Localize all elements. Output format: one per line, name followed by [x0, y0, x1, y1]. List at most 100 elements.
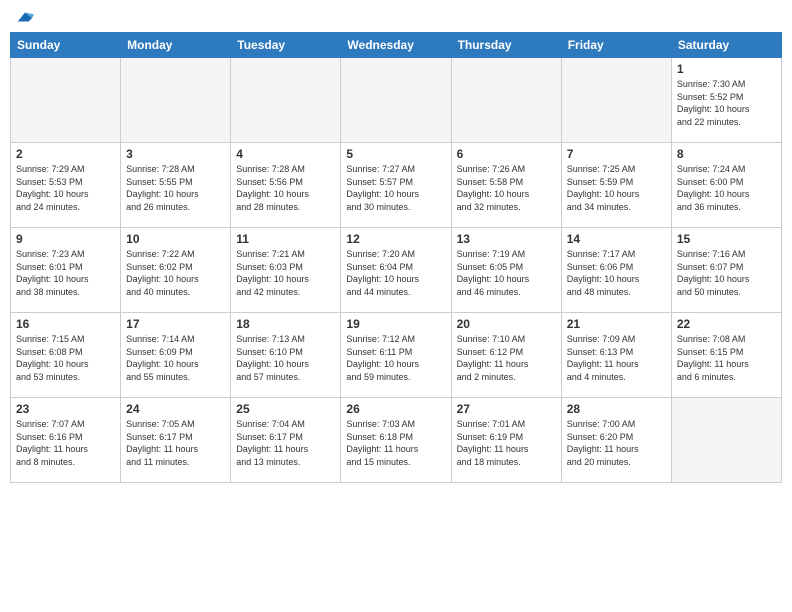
- day-info: Sunrise: 7:16 AM Sunset: 6:07 PM Dayligh…: [677, 248, 776, 298]
- day-number: 4: [236, 147, 335, 161]
- calendar-cell: 10 Sunrise: 7:22 AM Sunset: 6:02 PM Dayli…: [121, 228, 231, 313]
- day-info: Sunrise: 7:00 AM Sunset: 6:20 PM Dayligh…: [567, 418, 666, 468]
- day-number: 7: [567, 147, 666, 161]
- calendar-cell: 23 Sunrise: 7:07 AM Sunset: 6:16 PM Dayli…: [11, 398, 121, 483]
- day-info: Sunrise: 7:26 AM Sunset: 5:58 PM Dayligh…: [457, 163, 556, 213]
- logo-icon: [16, 10, 34, 24]
- calendar-cell: 1 Sunrise: 7:30 AM Sunset: 5:52 PM Daylig…: [671, 58, 781, 143]
- day-info: Sunrise: 7:29 AM Sunset: 5:53 PM Dayligh…: [16, 163, 115, 213]
- day-info: Sunrise: 7:30 AM Sunset: 5:52 PM Dayligh…: [677, 78, 776, 128]
- calendar-cell: 18 Sunrise: 7:13 AM Sunset: 6:10 PM Dayli…: [231, 313, 341, 398]
- calendar-cell: [341, 58, 451, 143]
- day-number: 19: [346, 317, 445, 331]
- day-number: 28: [567, 402, 666, 416]
- column-header-saturday: Saturday: [671, 33, 781, 58]
- day-info: Sunrise: 7:23 AM Sunset: 6:01 PM Dayligh…: [16, 248, 115, 298]
- calendar-cell: 3 Sunrise: 7:28 AM Sunset: 5:55 PM Daylig…: [121, 143, 231, 228]
- day-number: 11: [236, 232, 335, 246]
- day-number: 16: [16, 317, 115, 331]
- week-row-4: 16 Sunrise: 7:15 AM Sunset: 6:08 PM Dayli…: [11, 313, 782, 398]
- calendar-cell: 11 Sunrise: 7:21 AM Sunset: 6:03 PM Dayli…: [231, 228, 341, 313]
- calendar-header-row: SundayMondayTuesdayWednesdayThursdayFrid…: [11, 33, 782, 58]
- calendar-cell: [451, 58, 561, 143]
- day-number: 27: [457, 402, 556, 416]
- day-info: Sunrise: 7:07 AM Sunset: 6:16 PM Dayligh…: [16, 418, 115, 468]
- column-header-tuesday: Tuesday: [231, 33, 341, 58]
- day-number: 23: [16, 402, 115, 416]
- day-info: Sunrise: 7:20 AM Sunset: 6:04 PM Dayligh…: [346, 248, 445, 298]
- calendar-cell: 13Sunrise: 7:19 AM Sunset: 6:05 PM Dayli…: [451, 228, 561, 313]
- calendar-cell: 20 Sunrise: 7:10 AM Sunset: 6:12 PM Dayli…: [451, 313, 561, 398]
- day-number: 25: [236, 402, 335, 416]
- calendar-cell: 4 Sunrise: 7:28 AM Sunset: 5:56 PM Daylig…: [231, 143, 341, 228]
- day-info: Sunrise: 7:24 AM Sunset: 6:00 PM Dayligh…: [677, 163, 776, 213]
- calendar-cell: 9 Sunrise: 7:23 AM Sunset: 6:01 PM Daylig…: [11, 228, 121, 313]
- week-row-3: 9 Sunrise: 7:23 AM Sunset: 6:01 PM Daylig…: [11, 228, 782, 313]
- day-number: 20: [457, 317, 556, 331]
- day-info: Sunrise: 7:27 AM Sunset: 5:57 PM Dayligh…: [346, 163, 445, 213]
- calendar-cell: 16 Sunrise: 7:15 AM Sunset: 6:08 PM Dayli…: [11, 313, 121, 398]
- column-header-sunday: Sunday: [11, 33, 121, 58]
- calendar-cell: 27Sunrise: 7:01 AM Sunset: 6:19 PM Dayli…: [451, 398, 561, 483]
- day-number: 5: [346, 147, 445, 161]
- day-info: Sunrise: 7:04 AM Sunset: 6:17 PM Dayligh…: [236, 418, 335, 468]
- calendar-table: SundayMondayTuesdayWednesdayThursdayFrid…: [10, 32, 782, 483]
- day-number: 21: [567, 317, 666, 331]
- day-number: 26: [346, 402, 445, 416]
- day-info: Sunrise: 7:10 AM Sunset: 6:12 PM Dayligh…: [457, 333, 556, 383]
- calendar-cell: 22 Sunrise: 7:08 AM Sunset: 6:15 PM Dayli…: [671, 313, 781, 398]
- day-info: Sunrise: 7:21 AM Sunset: 6:03 PM Dayligh…: [236, 248, 335, 298]
- day-number: 15: [677, 232, 776, 246]
- column-header-thursday: Thursday: [451, 33, 561, 58]
- calendar-cell: [121, 58, 231, 143]
- calendar-cell: 8 Sunrise: 7:24 AM Sunset: 6:00 PM Daylig…: [671, 143, 781, 228]
- day-info: Sunrise: 7:28 AM Sunset: 5:55 PM Dayligh…: [126, 163, 225, 213]
- logo: [14, 10, 34, 24]
- day-info: Sunrise: 7:09 AM Sunset: 6:13 PM Dayligh…: [567, 333, 666, 383]
- day-info: Sunrise: 7:25 AM Sunset: 5:59 PM Dayligh…: [567, 163, 666, 213]
- day-number: 8: [677, 147, 776, 161]
- day-number: 12: [346, 232, 445, 246]
- calendar-cell: 26 Sunrise: 7:03 AM Sunset: 6:18 PM Dayli…: [341, 398, 451, 483]
- day-info: Sunrise: 7:19 AM Sunset: 6:05 PM Dayligh…: [457, 248, 556, 298]
- day-number: 10: [126, 232, 225, 246]
- day-info: Sunrise: 7:12 AM Sunset: 6:11 PM Dayligh…: [346, 333, 445, 383]
- day-number: 17: [126, 317, 225, 331]
- day-number: 14: [567, 232, 666, 246]
- calendar-cell: [671, 398, 781, 483]
- day-info: Sunrise: 7:28 AM Sunset: 5:56 PM Dayligh…: [236, 163, 335, 213]
- calendar-cell: 14 Sunrise: 7:17 AM Sunset: 6:06 PM Dayli…: [561, 228, 671, 313]
- calendar-cell: [231, 58, 341, 143]
- day-info: Sunrise: 7:03 AM Sunset: 6:18 PM Dayligh…: [346, 418, 445, 468]
- calendar-cell: 24 Sunrise: 7:05 AM Sunset: 6:17 PM Dayli…: [121, 398, 231, 483]
- week-row-5: 23 Sunrise: 7:07 AM Sunset: 6:16 PM Dayli…: [11, 398, 782, 483]
- calendar-cell: [11, 58, 121, 143]
- calendar-cell: 6Sunrise: 7:26 AM Sunset: 5:58 PM Daylig…: [451, 143, 561, 228]
- day-number: 9: [16, 232, 115, 246]
- calendar-cell: 2Sunrise: 7:29 AM Sunset: 5:53 PM Daylig…: [11, 143, 121, 228]
- day-number: 3: [126, 147, 225, 161]
- day-info: Sunrise: 7:05 AM Sunset: 6:17 PM Dayligh…: [126, 418, 225, 468]
- calendar-cell: 5 Sunrise: 7:27 AM Sunset: 5:57 PM Daylig…: [341, 143, 451, 228]
- day-info: Sunrise: 7:14 AM Sunset: 6:09 PM Dayligh…: [126, 333, 225, 383]
- week-row-1: 1 Sunrise: 7:30 AM Sunset: 5:52 PM Daylig…: [11, 58, 782, 143]
- calendar-cell: [561, 58, 671, 143]
- week-row-2: 2Sunrise: 7:29 AM Sunset: 5:53 PM Daylig…: [11, 143, 782, 228]
- calendar-cell: 19 Sunrise: 7:12 AM Sunset: 6:11 PM Dayli…: [341, 313, 451, 398]
- day-number: 24: [126, 402, 225, 416]
- day-number: 1: [677, 62, 776, 76]
- calendar-cell: 12 Sunrise: 7:20 AM Sunset: 6:04 PM Dayli…: [341, 228, 451, 313]
- day-number: 18: [236, 317, 335, 331]
- day-number: 22: [677, 317, 776, 331]
- calendar-cell: 15 Sunrise: 7:16 AM Sunset: 6:07 PM Dayli…: [671, 228, 781, 313]
- page-header: [10, 10, 782, 24]
- day-info: Sunrise: 7:08 AM Sunset: 6:15 PM Dayligh…: [677, 333, 776, 383]
- day-info: Sunrise: 7:15 AM Sunset: 6:08 PM Dayligh…: [16, 333, 115, 383]
- day-info: Sunrise: 7:17 AM Sunset: 6:06 PM Dayligh…: [567, 248, 666, 298]
- column-header-monday: Monday: [121, 33, 231, 58]
- day-info: Sunrise: 7:22 AM Sunset: 6:02 PM Dayligh…: [126, 248, 225, 298]
- column-header-wednesday: Wednesday: [341, 33, 451, 58]
- calendar-cell: 17 Sunrise: 7:14 AM Sunset: 6:09 PM Dayli…: [121, 313, 231, 398]
- calendar-cell: 21 Sunrise: 7:09 AM Sunset: 6:13 PM Dayli…: [561, 313, 671, 398]
- day-info: Sunrise: 7:13 AM Sunset: 6:10 PM Dayligh…: [236, 333, 335, 383]
